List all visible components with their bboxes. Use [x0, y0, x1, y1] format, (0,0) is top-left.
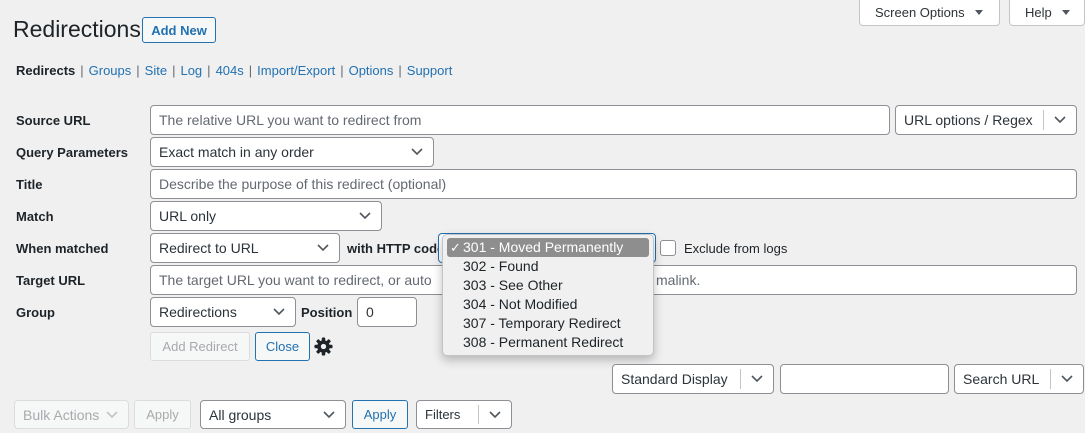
bulk-apply-button[interactable]: Apply: [134, 400, 191, 429]
screen-options-label: Screen Options: [875, 5, 965, 20]
subnav-groups[interactable]: Groups: [89, 63, 132, 78]
chevron-down-icon: [323, 410, 335, 418]
search-type-select[interactable]: Search URL: [954, 364, 1084, 394]
apply-button[interactable]: Apply: [352, 400, 408, 429]
chevron-down-icon: [106, 410, 118, 418]
chevron-down-icon: [359, 212, 371, 220]
subnav-current: Redirects: [16, 63, 76, 78]
close-button[interactable]: Close: [255, 332, 310, 361]
chevron-down-icon: [489, 410, 501, 418]
query-parameters-select[interactable]: Exact match in any order: [150, 137, 434, 167]
query-parameters-value: Exact match in any order: [159, 144, 314, 160]
page-title: Redirections: [13, 16, 141, 42]
match-value: URL only: [159, 208, 217, 224]
screen-options-tab[interactable]: Screen Options: [859, 0, 1000, 26]
search-input[interactable]: [780, 364, 949, 394]
groups-filter-select[interactable]: All groups: [200, 400, 346, 429]
group-select[interactable]: Redirections: [150, 297, 296, 327]
when-matched-label: When matched: [16, 241, 109, 256]
chevron-down-icon: [317, 244, 329, 252]
http-code-option[interactable]: 308 - Permanent Redirect: [443, 333, 653, 352]
exclude-from-logs-checkbox[interactable]: [660, 240, 676, 256]
help-label: Help: [1025, 5, 1052, 20]
subnav-log[interactable]: Log: [180, 63, 202, 78]
display-value: Standard Display: [621, 371, 728, 387]
title-input[interactable]: Describe the purpose of this redirect (o…: [150, 169, 1077, 199]
target-url-placeholder: The target URL you want to redirect, or …: [159, 272, 432, 288]
group-label: Group: [16, 305, 55, 320]
match-label: Match: [16, 209, 54, 224]
subnav: Redirects | Groups | Site | Log | 404s | Import/Ex…: [16, 63, 453, 78]
position-label: Position: [301, 305, 353, 320]
subnav-options[interactable]: Options: [349, 63, 394, 78]
source-url-input[interactable]: The relative URL you want to redirect fr…: [150, 105, 890, 135]
caret-down-icon: [974, 10, 983, 15]
subnav-site[interactable]: Site: [145, 63, 167, 78]
exclude-from-logs-label: Exclude from logs: [684, 241, 788, 256]
http-code-option[interactable]: 307 - Temporary Redirect: [443, 314, 653, 333]
http-code-option[interactable]: ✓ 301 - Moved Permanently: [447, 238, 649, 257]
filters-value: Filters: [425, 407, 461, 422]
chevron-down-icon: [411, 148, 423, 156]
query-parameters-label: Query Parameters: [16, 145, 129, 160]
position-input[interactable]: 0: [357, 297, 417, 327]
title-label: Title: [16, 177, 43, 192]
target-url-placeholder-tail: malink.: [656, 272, 701, 288]
groups-filter-value: All groups: [209, 406, 272, 423]
url-options-select[interactable]: URL options / Regex: [895, 105, 1077, 135]
chevron-down-icon: [1061, 375, 1073, 383]
subnav-import-export[interactable]: Import/Export: [257, 63, 335, 78]
group-value: Redirections: [159, 304, 237, 320]
match-select[interactable]: URL only: [150, 201, 382, 231]
caret-down-icon: [1061, 10, 1070, 15]
url-options-value: URL options / Regex: [904, 112, 1033, 128]
add-new-button[interactable]: Add New: [142, 17, 216, 43]
action-value: Redirect to URL: [159, 240, 259, 256]
chevron-down-icon: [1054, 116, 1066, 124]
help-tab[interactable]: Help: [1009, 0, 1085, 26]
http-code-dropdown[interactable]: ✓ 301 - Moved Permanently 302 - Found 30…: [442, 234, 654, 356]
checkmark-icon: ✓: [450, 240, 461, 255]
filters-select[interactable]: Filters: [416, 400, 512, 429]
gear-icon[interactable]: [314, 337, 333, 356]
http-code-option[interactable]: 304 - Not Modified: [443, 295, 653, 314]
bulk-actions-value: Bulk Actions: [23, 406, 100, 423]
http-code-option[interactable]: 302 - Found: [443, 257, 653, 276]
search-type-value: Search URL: [963, 371, 1040, 387]
chevron-down-icon: [751, 375, 763, 383]
subnav-404s[interactable]: 404s: [216, 63, 244, 78]
source-url-label: Source URL: [16, 113, 91, 128]
bulk-actions-select[interactable]: Bulk Actions: [14, 400, 129, 429]
subnav-support[interactable]: Support: [407, 63, 453, 78]
action-select[interactable]: Redirect to URL: [150, 233, 340, 263]
chevron-down-icon: [273, 308, 285, 316]
add-redirect-button[interactable]: Add Redirect: [150, 332, 250, 361]
target-url-label: Target URL: [16, 273, 86, 288]
http-code-label: with HTTP code: [347, 241, 445, 256]
http-code-option[interactable]: 303 - See Other: [443, 276, 653, 295]
display-select[interactable]: Standard Display: [612, 364, 774, 394]
